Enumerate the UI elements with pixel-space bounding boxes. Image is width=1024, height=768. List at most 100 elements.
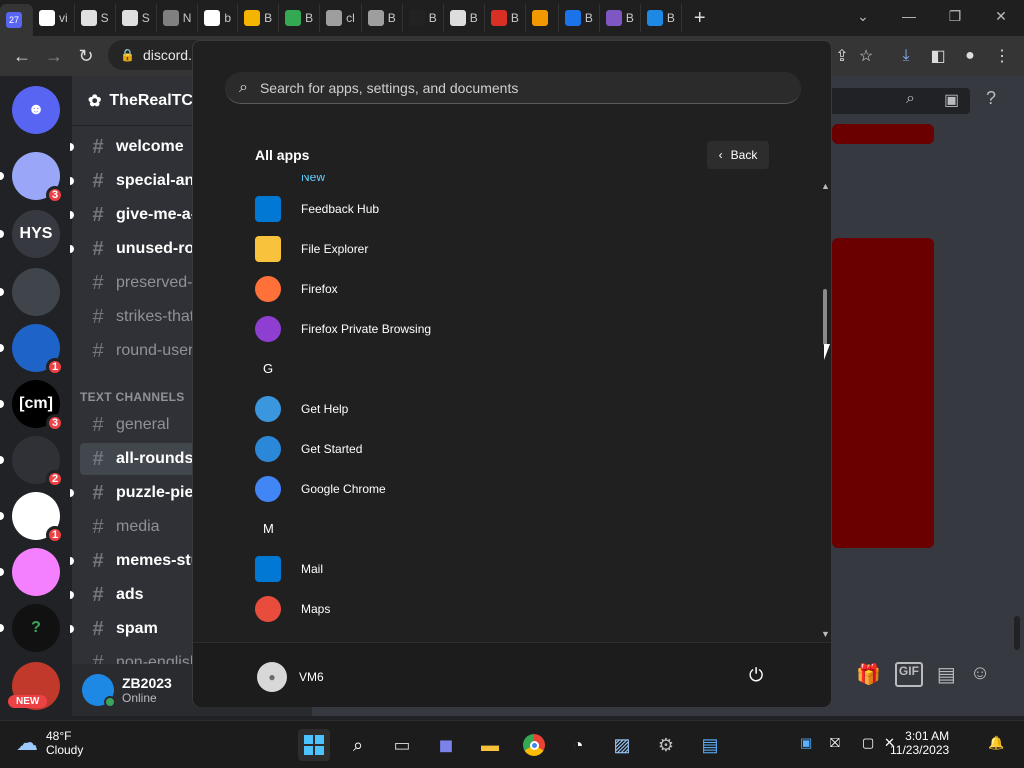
letter-header[interactable]: M (263, 521, 274, 536)
browser-tab[interactable]: 27 (0, 4, 33, 36)
tab-search-chevron-icon[interactable]: ⌄ (840, 0, 886, 32)
app-item[interactable]: Feedback Hub (255, 189, 379, 229)
scrollbar-thumb[interactable] (823, 289, 827, 345)
hash-icon: # (92, 549, 104, 572)
browser-tab[interactable]: B (559, 4, 600, 32)
sticker-icon[interactable]: ▤ (937, 662, 956, 687)
reload-icon[interactable]: ↻ (70, 40, 102, 72)
discord-home-icon[interactable]: ☻ (12, 86, 60, 134)
tab-title: B (625, 11, 634, 25)
minimize-button[interactable]: — (886, 0, 932, 32)
back-button[interactable]: ‹ Back (707, 141, 769, 169)
start-menu: ⌕ Search for apps, settings, and documen… (192, 40, 832, 707)
server-icon[interactable]: 3 (0, 152, 64, 204)
app-item[interactable]: File Explorer (255, 229, 368, 269)
browser-tab[interactable] (526, 4, 559, 32)
browser-tab[interactable]: B (362, 4, 403, 32)
browser-tab[interactable]: cl (320, 4, 362, 32)
app-item-partial[interactable]: New (255, 175, 325, 189)
forward-arrow-icon[interactable]: → (38, 40, 70, 72)
app-item[interactable]: Get Started (255, 429, 362, 469)
browser-tab[interactable]: B (279, 4, 321, 32)
emoji-icon[interactable]: ☺ (970, 662, 990, 687)
side-panel-icon[interactable]: ◧ (922, 36, 954, 76)
scroll-down-icon[interactable]: ▼ (821, 629, 830, 639)
browser-tab[interactable]: S (75, 4, 116, 32)
browser-tab[interactable]: B (600, 4, 641, 32)
app-list-scrollbar[interactable]: ▲ ▼ (821, 181, 830, 641)
inbox-icon[interactable]: ▣ (944, 90, 959, 110)
category-header[interactable]: TEXT CHANNELS (80, 390, 185, 404)
app-item[interactable]: Google Chrome (255, 469, 386, 509)
file-explorer-taskbar-icon[interactable]: ▬ (474, 729, 506, 761)
app-item[interactable]: Firefox (255, 269, 338, 309)
account-button[interactable]: ● VM6 (257, 662, 324, 692)
app-item[interactable]: Maps (255, 589, 330, 629)
start-search-input[interactable]: ⌕ Search for apps, settings, and documen… (225, 72, 801, 104)
taskbar-search-icon[interactable]: ⌕ (342, 729, 374, 761)
power-icon[interactable]: ⏻ (749, 665, 763, 686)
gift-icon[interactable]: 🎁 (856, 662, 881, 687)
image-attachment[interactable] (832, 124, 934, 144)
tray-app-icon[interactable]: ▣ (800, 735, 812, 751)
browser-tab[interactable]: B (403, 4, 444, 32)
bookmark-star-icon[interactable]: ☆ (850, 36, 882, 76)
display-icon[interactable]: ▢ (862, 735, 874, 751)
weather-widget[interactable]: ☁ 48°F Cloudy (16, 729, 83, 757)
app-item[interactable]: Get Help (255, 389, 348, 429)
firefox-private-icon (255, 316, 281, 342)
system-clock[interactable]: 3:01 AM 11/23/2023 (890, 729, 949, 757)
server-icon[interactable] (0, 268, 60, 316)
unread-indicator (0, 568, 4, 576)
hash-icon: # (92, 271, 104, 294)
notification-bell-icon[interactable]: 🔔 (988, 735, 1004, 751)
download-icon[interactable]: ⤓ (890, 36, 922, 76)
teams-chat-icon[interactable]: ◼ (430, 729, 462, 761)
server-icon[interactable]: [cm] 3 (0, 380, 64, 432)
avatar[interactable] (82, 674, 116, 708)
server-icon[interactable]: 1 (0, 324, 64, 376)
chat-scrollbar[interactable] (1014, 616, 1020, 650)
notepad-icon[interactable]: ▤ (694, 729, 726, 761)
server-icon[interactable]: NEW (8, 662, 60, 710)
chrome-taskbar-icon[interactable] (518, 729, 550, 761)
channel-name: all-rounds (116, 450, 194, 467)
app-name: Maps (301, 602, 331, 616)
browser-tab[interactable]: N (157, 4, 199, 32)
resource-monitor-icon[interactable]: ▨ (606, 729, 638, 761)
browser-tab[interactable]: B (444, 4, 485, 32)
server-icon[interactable]: ? (0, 604, 60, 652)
settings-gear-icon[interactable]: ⚙ (650, 729, 682, 761)
profile-icon[interactable]: ● (954, 36, 986, 76)
browser-tab[interactable]: B (238, 4, 280, 32)
server-icon[interactable] (0, 548, 60, 596)
browser-tab[interactable]: B (485, 4, 526, 32)
clock-app-icon[interactable]: ◔ (562, 729, 594, 761)
browser-tab[interactable]: B (641, 4, 682, 32)
server-icon[interactable]: 2 (0, 436, 64, 488)
gif-icon[interactable]: GIF (894, 662, 923, 687)
restore-button[interactable]: ❐ (932, 0, 978, 32)
server-label: HYS (19, 225, 53, 242)
letter-header[interactable]: G (263, 361, 273, 376)
new-tab-button[interactable]: + (682, 7, 718, 30)
help-icon[interactable]: ? (986, 88, 996, 109)
task-view-icon[interactable]: ▭ (386, 729, 418, 761)
tab-favicon-icon (204, 10, 221, 26)
browser-tab[interactable]: vi (33, 4, 75, 32)
kebab-menu-icon[interactable]: ⋮ (986, 36, 1018, 76)
start-button[interactable] (298, 729, 330, 761)
cloud-icon: ☁ (16, 730, 38, 755)
server-icon[interactable]: HYS (0, 210, 60, 258)
server-icon[interactable]: 1 (0, 492, 64, 544)
app-item[interactable]: Mail (255, 549, 323, 589)
app-item[interactable]: Firefox Private Browsing (255, 309, 431, 349)
browser-tab[interactable]: S (116, 4, 157, 32)
browser-tab[interactable]: b (198, 4, 239, 32)
scroll-up-icon[interactable]: ▲ (821, 181, 830, 191)
network-icon[interactable]: ⛝ (830, 735, 840, 751)
image-attachment[interactable] (832, 238, 934, 548)
unread-indicator (70, 591, 74, 599)
close-window-button[interactable]: ✕ (978, 0, 1024, 32)
back-arrow-icon[interactable]: ← (6, 40, 38, 72)
